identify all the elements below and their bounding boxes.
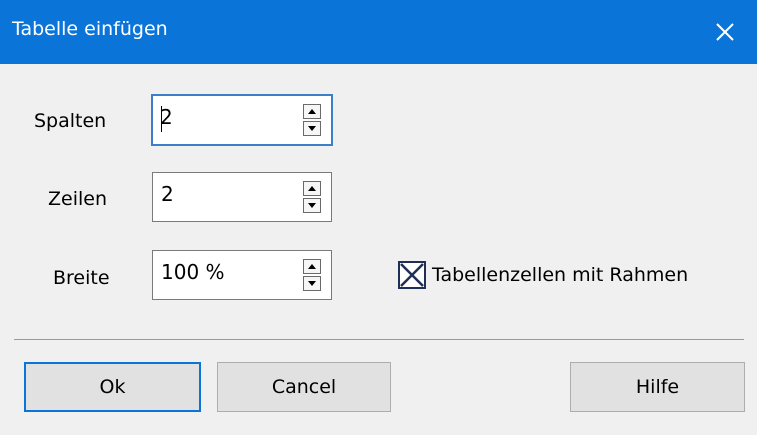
columns-decrement-button[interactable] [303, 121, 321, 136]
close-icon [716, 23, 734, 41]
columns-increment-button[interactable] [303, 104, 321, 119]
border-checkbox-row[interactable]: Tabellenzellen mit Rahmen [398, 260, 688, 290]
arrow-up-icon [308, 109, 316, 114]
rows-spinbox[interactable]: 2 [152, 172, 332, 222]
rows-increment-button[interactable] [303, 181, 321, 196]
cancel-button[interactable]: Cancel [217, 362, 391, 412]
rows-spin-buttons [303, 181, 321, 213]
ok-button[interactable]: Ok [24, 362, 201, 412]
rows-label: Zeilen [48, 188, 107, 210]
width-label: Breite [53, 267, 110, 289]
rows-decrement-button[interactable] [303, 198, 321, 213]
close-button[interactable] [693, 0, 757, 64]
columns-spinbox[interactable]: 2 [151, 94, 333, 146]
arrow-up-icon [308, 264, 316, 269]
title-bar: Tabelle einfügen [0, 0, 757, 64]
dialog-body: Spalten 2 Zeilen 2 Breite 100 % Tabellen… [0, 64, 757, 435]
width-spin-buttons [303, 259, 321, 291]
arrow-down-icon [308, 126, 316, 131]
border-checkbox[interactable] [398, 261, 426, 289]
rows-value[interactable]: 2 [161, 182, 174, 206]
columns-spin-buttons [303, 104, 321, 136]
separator [14, 339, 744, 340]
border-checkbox-label[interactable]: Tabellenzellen mit Rahmen [432, 264, 688, 286]
checkbox-cross-icon [400, 263, 424, 287]
width-spinbox[interactable]: 100 % [152, 250, 332, 300]
help-button[interactable]: Hilfe [570, 362, 745, 412]
arrow-down-icon [308, 203, 316, 208]
width-decrement-button[interactable] [303, 276, 321, 291]
text-caret [161, 106, 162, 132]
width-value[interactable]: 100 % [161, 260, 225, 284]
columns-label: Spalten [34, 110, 107, 132]
arrow-down-icon [308, 281, 316, 286]
width-increment-button[interactable] [303, 259, 321, 274]
arrow-up-icon [308, 186, 316, 191]
window-title: Tabelle einfügen [12, 18, 168, 40]
